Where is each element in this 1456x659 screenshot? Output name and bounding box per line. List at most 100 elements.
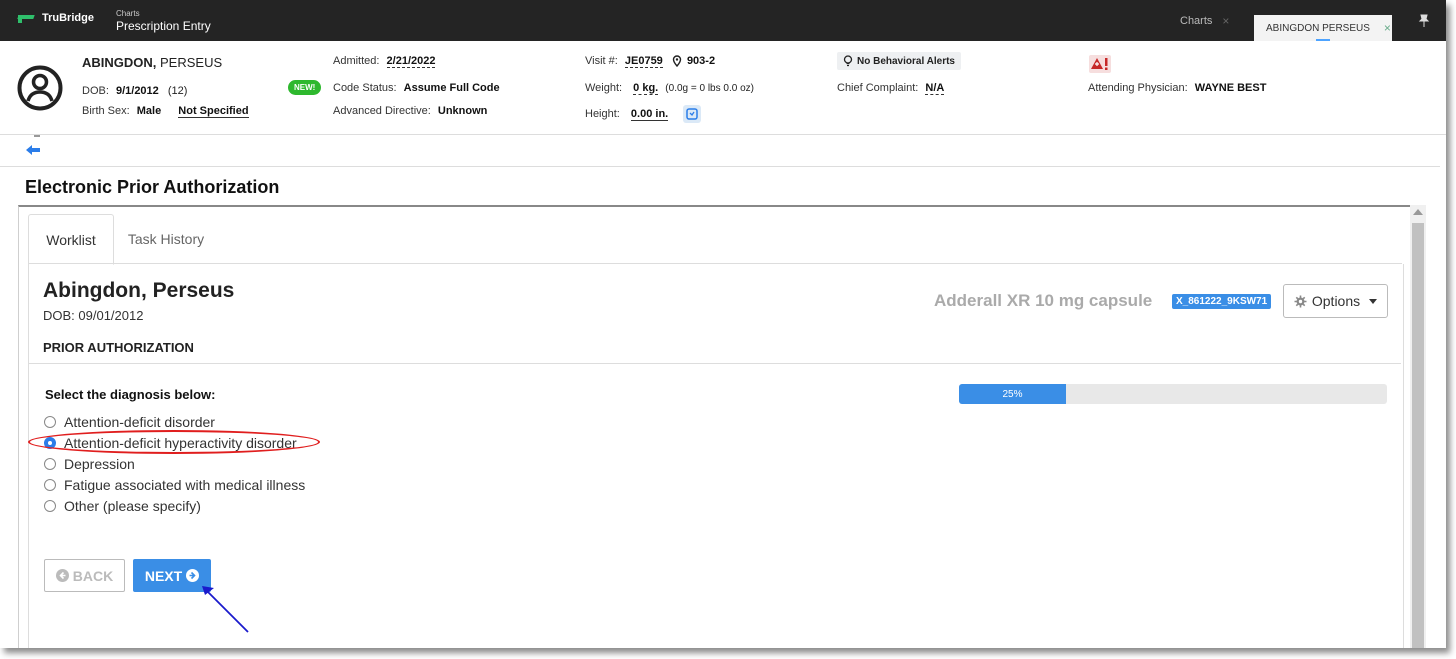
room-value: 903-2 bbox=[686, 55, 716, 67]
vertical-scrollbar[interactable] bbox=[1410, 205, 1426, 648]
page-title: Electronic Prior Authorization bbox=[25, 177, 280, 197]
patient-name: ABINGDON, PERSEUS bbox=[82, 55, 222, 70]
logo-text: TruBridge bbox=[42, 12, 94, 24]
back-arrow-icon[interactable] bbox=[26, 144, 40, 156]
diagnosis-option[interactable]: Depression bbox=[44, 456, 135, 472]
patient-first-name: PERSEUS bbox=[156, 55, 223, 70]
diagnosis-option-label[interactable]: Attention-deficit disorder bbox=[64, 414, 215, 430]
worklist-patient-name: Abingdon, Perseus bbox=[43, 279, 235, 302]
physician-value: WAYNE BEST bbox=[1194, 82, 1267, 94]
tab-charts-label: Charts bbox=[1180, 15, 1213, 27]
scale-icon[interactable] bbox=[683, 105, 702, 123]
close-icon[interactable]: × bbox=[1222, 14, 1229, 28]
sex-label: Birth Sex: bbox=[82, 105, 130, 117]
visit-value[interactable]: JE0759 bbox=[624, 55, 663, 68]
lightbulb-icon bbox=[843, 55, 853, 67]
tab-task-history[interactable]: Task History bbox=[116, 214, 216, 263]
radio-button[interactable] bbox=[44, 500, 56, 512]
radio-button[interactable] bbox=[44, 479, 56, 491]
annotation-arrow-icon bbox=[202, 586, 249, 633]
drug-code-badge: X_861222_9KSW71 bbox=[1172, 294, 1272, 309]
complaint-label: Chief Complaint: bbox=[837, 82, 919, 94]
admitted-value[interactable]: 2/21/2022 bbox=[386, 55, 436, 68]
patient-last-name: ABINGDON, bbox=[82, 55, 157, 70]
radio-button[interactable] bbox=[44, 458, 56, 470]
behavioral-alert-text: No Behavioral Alerts bbox=[857, 55, 955, 67]
diagnosis-option[interactable]: Other (please specify) bbox=[44, 498, 201, 514]
location-icon bbox=[672, 55, 682, 68]
options-label: Options bbox=[1311, 293, 1361, 309]
dob-label: DOB: bbox=[82, 85, 109, 97]
options-button[interactable]: Options bbox=[1283, 284, 1388, 318]
dob-value: 9/1/2012 bbox=[115, 85, 159, 97]
admitted: Admitted: 2/21/2022 bbox=[333, 55, 436, 68]
code-status-label: Code Status: bbox=[333, 82, 397, 94]
diagnosis-option-label[interactable]: Fatigue associated with medical illness bbox=[64, 477, 305, 493]
advanced-directive: Advanced Directive: Unknown bbox=[333, 105, 487, 117]
tab-charts[interactable]: Charts × bbox=[1180, 14, 1229, 28]
back-button[interactable]: BACK bbox=[44, 559, 125, 592]
radio-button[interactable] bbox=[44, 416, 56, 428]
breadcrumb: Charts Prescription Entry bbox=[116, 9, 211, 33]
back-label: BACK bbox=[72, 567, 114, 584]
age-value: (12) bbox=[167, 85, 188, 97]
arrow-left-circle-icon bbox=[55, 569, 69, 582]
diagnosis-option-label[interactable]: Other (please specify) bbox=[64, 498, 201, 514]
section-divider bbox=[29, 363, 1401, 364]
trubridge-logo[interactable]: TruBridge bbox=[18, 12, 94, 24]
behavioral-alert-box[interactable]: No Behavioral Alerts bbox=[837, 52, 961, 70]
breadcrumb-parent[interactable]: Charts bbox=[116, 9, 211, 18]
patient-banner: ABINGDON, PERSEUS DOB: 9/1/2012 (12) Bir… bbox=[0, 41, 1446, 135]
breadcrumb-title: Prescription Entry bbox=[116, 19, 211, 33]
scroll-up-icon[interactable] bbox=[1413, 209, 1423, 215]
diagnosis-option[interactable]: Fatigue associated with medical illness bbox=[44, 477, 305, 493]
code-status-value: Assume Full Code bbox=[403, 82, 500, 94]
avatar-icon[interactable] bbox=[17, 65, 63, 111]
diagnosis-option-label[interactable]: Depression bbox=[64, 456, 135, 472]
gender-value[interactable]: Not Specified bbox=[178, 105, 249, 118]
visit-label: Visit #: bbox=[585, 55, 618, 67]
tab-patient[interactable]: ABINGDON PERSEUS × bbox=[1254, 15, 1392, 42]
height: Height: 0.00 in. bbox=[585, 105, 702, 123]
weight: Weight: 0 kg. (0.0g = 0 lbs 0.0 oz) bbox=[585, 82, 754, 95]
adv-value: Unknown bbox=[437, 105, 488, 117]
height-value[interactable]: 0.00 in. bbox=[630, 107, 669, 121]
weight-detail: (0.0g = 0 lbs 0.0 oz) bbox=[665, 83, 754, 94]
admitted-label: Admitted: bbox=[333, 55, 380, 67]
patient-sex: Birth Sex: Male Not Specified bbox=[82, 105, 249, 118]
height-label: Height: bbox=[585, 107, 620, 120]
allergy-alert-icon[interactable] bbox=[1089, 55, 1111, 73]
gear-icon bbox=[1294, 295, 1307, 307]
diagnosis-option[interactable]: Attention-deficit disorder bbox=[44, 414, 215, 430]
question-label: Select the diagnosis below: bbox=[45, 387, 216, 402]
drug-name: Adderall XR 10 mg capsule bbox=[934, 291, 1153, 310]
top-bar: TruBridge Charts Prescription Entry Char… bbox=[0, 0, 1446, 42]
navigation-row bbox=[0, 135, 1440, 167]
divider bbox=[34, 135, 40, 137]
highlight-ellipse bbox=[28, 430, 320, 454]
physician-label: Attending Physician: bbox=[1088, 82, 1188, 94]
chief-complaint: Chief Complaint: N/A bbox=[837, 82, 945, 95]
visit: Visit #: JE0759 903-2 bbox=[585, 55, 716, 68]
scrollbar-thumb[interactable] bbox=[1412, 223, 1424, 648]
weight-label: Weight: bbox=[585, 82, 623, 94]
progress-bar: 25% bbox=[959, 384, 1387, 404]
new-badge[interactable]: NEW! bbox=[288, 80, 322, 95]
code-status: Code Status: Assume Full Code bbox=[333, 82, 500, 94]
app-window: TruBridge Charts Prescription Entry Char… bbox=[0, 0, 1446, 648]
scale-glyph-icon bbox=[686, 108, 699, 120]
next-label: NEXT bbox=[144, 567, 183, 584]
complaint-value[interactable]: N/A bbox=[925, 82, 945, 95]
progress-fill: 25% bbox=[959, 384, 1066, 404]
section-title: PRIOR AUTHORIZATION bbox=[43, 340, 194, 355]
caret-down-icon bbox=[1369, 298, 1378, 304]
pin-icon[interactable] bbox=[1418, 14, 1430, 28]
behavioral-alerts[interactable]: No Behavioral Alerts bbox=[837, 52, 961, 70]
tab-worklist[interactable]: Worklist bbox=[28, 214, 114, 265]
attending-physician: Attending Physician: WAYNE BEST bbox=[1088, 82, 1266, 94]
tab-patient-label: ABINGDON PERSEUS bbox=[1266, 22, 1370, 34]
weight-value[interactable]: 0 kg. bbox=[633, 82, 659, 95]
logo-icon bbox=[18, 13, 34, 23]
sex-value: Male bbox=[136, 105, 162, 117]
close-icon[interactable]: × bbox=[1384, 21, 1391, 35]
